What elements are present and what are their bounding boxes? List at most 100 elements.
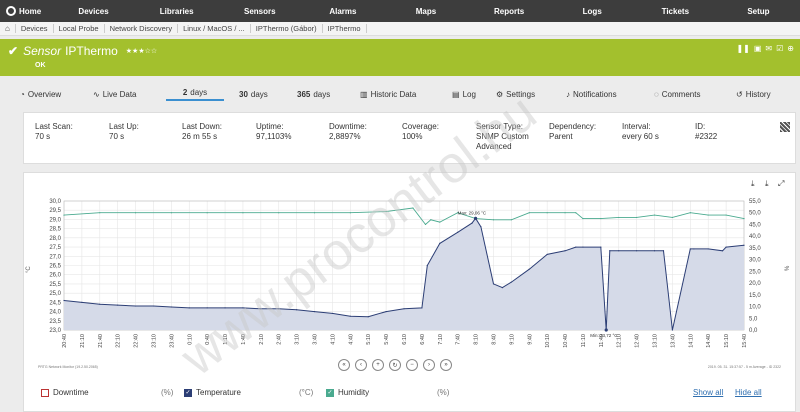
breadcrumb-device[interactable]: IPThermo (Gábor) — [251, 24, 323, 33]
top-navigation: Home Devices Libraries Sensors Alarms Ma… — [0, 0, 800, 22]
y-left-tick-label: 28,5 — [49, 227, 61, 233]
home-icon[interactable]: ⌂ — [0, 24, 16, 33]
tab-365-days[interactable]: 365 days — [297, 90, 360, 99]
comment-icon: ◌ — [654, 89, 659, 99]
tab-overview[interactable]: ◔ Overview — [20, 90, 93, 99]
tab-label: History — [745, 89, 771, 99]
y-left-tick-label: 30,0 — [49, 199, 61, 205]
hide-all-link[interactable]: Hide all — [735, 388, 762, 397]
scan-icon[interactable]: ▣ — [754, 44, 762, 53]
download-csv-icon[interactable]: ⤓ — [765, 179, 769, 189]
breadcrumb-linux-macos[interactable]: Linux / MacOS / ... — [178, 24, 251, 33]
tab-settings[interactable]: ⚙ Settings — [496, 90, 566, 99]
reset-icon[interactable]: ↻ — [389, 359, 401, 371]
tab-30-days[interactable]: 30 days — [239, 90, 297, 99]
temperature-point — [609, 250, 611, 252]
humidity-point — [349, 212, 351, 214]
expand-icon[interactable]: ⤢ — [778, 179, 784, 189]
temperature-point — [510, 281, 512, 283]
x-tick-label: 12:40 — [635, 334, 641, 348]
info-coverage: Coverage: 100% — [402, 122, 439, 142]
temperature-point — [528, 268, 530, 270]
tab-label: Settings — [506, 89, 536, 99]
legend-humidity[interactable]: ✓ Humidity — [326, 388, 369, 397]
temperature-point — [81, 301, 83, 303]
checkbox-checked-icon[interactable]: ✓ — [326, 388, 334, 397]
breadcrumb-sensor[interactable]: IPThermo — [323, 24, 367, 33]
x-tick-label: 2:40 — [277, 334, 283, 345]
info-id: ID: #2322 — [695, 122, 717, 142]
temperature-point — [693, 248, 695, 250]
temperature-point — [278, 308, 280, 310]
sensor-info-panel: Last Scan: 70 s Last Up: 70 s Last Down: 26… — [23, 112, 796, 164]
tab-bar: ◔ Overview ∿ Live Data 2 days 30 days 365 day… — [20, 86, 796, 102]
checkbox-checked-icon[interactable]: ✓ — [184, 388, 192, 397]
temperature-point — [385, 310, 387, 313]
humidity-point — [492, 219, 495, 221]
mail-icon[interactable]: ✉ — [765, 44, 772, 53]
nav-maps[interactable]: Maps — [384, 7, 467, 16]
more-icon[interactable]: ⊕ — [787, 44, 794, 53]
legend-temperature[interactable]: ✓ Temperature — [184, 388, 241, 397]
info-value: 26 m 55 s — [182, 132, 218, 141]
nav-setup[interactable]: Setup — [717, 7, 800, 16]
temperature-point — [689, 248, 691, 250]
show-all-link[interactable]: Show all — [693, 388, 723, 397]
legend-downtime[interactable]: Downtime — [41, 388, 89, 397]
first-icon[interactable]: « — [338, 359, 350, 371]
humidity-point — [600, 217, 602, 220]
nav-libraries[interactable]: Libraries — [135, 7, 218, 16]
footer-right: 2019. 05. 31. 15:37:57 - 5 m Average - I… — [708, 365, 781, 369]
temperature-point — [242, 307, 244, 309]
nav-devices[interactable]: Devices — [52, 7, 135, 16]
nav-sensors[interactable]: Sensors — [218, 7, 301, 16]
next-icon[interactable]: › — [423, 359, 435, 371]
nav-reports[interactable]: Reports — [468, 7, 551, 16]
pause-icon[interactable]: ❚❚ — [736, 44, 749, 53]
zoom-in-icon[interactable]: + — [372, 359, 384, 371]
info-value: 70 s — [35, 132, 51, 141]
tab-live-data[interactable]: ∿ Live Data — [93, 90, 166, 99]
y-left-tick-label: 26,5 — [49, 264, 61, 270]
tab-historic-data[interactable]: ▥ Historic Data — [360, 90, 452, 99]
temperature-point — [582, 246, 584, 248]
zoom-out-icon[interactable]: − — [406, 359, 418, 371]
nav-alarms[interactable]: Alarms — [301, 7, 384, 16]
tab-log[interactable]: ▤ Log — [452, 90, 496, 99]
y-left-tick-label: 28,0 — [49, 236, 61, 242]
home-logo[interactable]: Home — [0, 6, 52, 16]
tab-2-days[interactable]: 2 days — [166, 88, 224, 101]
temperature-point — [170, 306, 172, 308]
info-uptime: Uptime: 97,1103% — [256, 122, 291, 142]
temperature-point — [707, 248, 709, 250]
breadcrumb-local-probe[interactable]: Local Probe — [54, 24, 105, 33]
y-right-tick-label: 40,0 — [749, 234, 761, 240]
breadcrumb-devices[interactable]: Devices — [16, 24, 54, 33]
last-icon[interactable]: » — [440, 359, 452, 371]
humidity-point — [575, 212, 577, 214]
y-right-label: % — [785, 265, 791, 271]
tab-history[interactable]: ↺ History — [736, 90, 781, 99]
prev-icon[interactable]: ‹ — [355, 359, 367, 371]
nav-tickets[interactable]: Tickets — [634, 7, 717, 16]
y-right-tick-label: 0,0 — [749, 328, 758, 334]
checkbox-icon[interactable] — [41, 388, 49, 397]
x-tick-label: 23:40 — [169, 334, 175, 348]
info-value: Advanced — [476, 142, 512, 151]
breadcrumb-network-discovery[interactable]: Network Discovery — [105, 24, 179, 33]
temperature-point — [349, 315, 351, 317]
priority-stars[interactable]: ★★★☆☆ — [126, 47, 157, 55]
info-label: Interval: — [622, 122, 651, 131]
y-left-tick-label: 25,5 — [49, 282, 61, 288]
live-data-icon: ∿ — [93, 89, 100, 99]
nav-logs[interactable]: Logs — [551, 7, 634, 16]
temperature-point — [206, 307, 208, 309]
y-left-tick-label: 24,5 — [49, 300, 61, 306]
check-box-icon[interactable]: ☑ — [776, 44, 783, 53]
info-value-link[interactable]: Parent — [549, 132, 596, 142]
tab-notifications[interactable]: ♪ Notifications — [566, 90, 654, 99]
temperature-point — [743, 244, 745, 246]
qr-code-icon[interactable] — [780, 122, 790, 132]
download-icon[interactable]: ⤓ — [751, 179, 755, 189]
tab-comments[interactable]: ◌ Comments — [654, 90, 736, 99]
